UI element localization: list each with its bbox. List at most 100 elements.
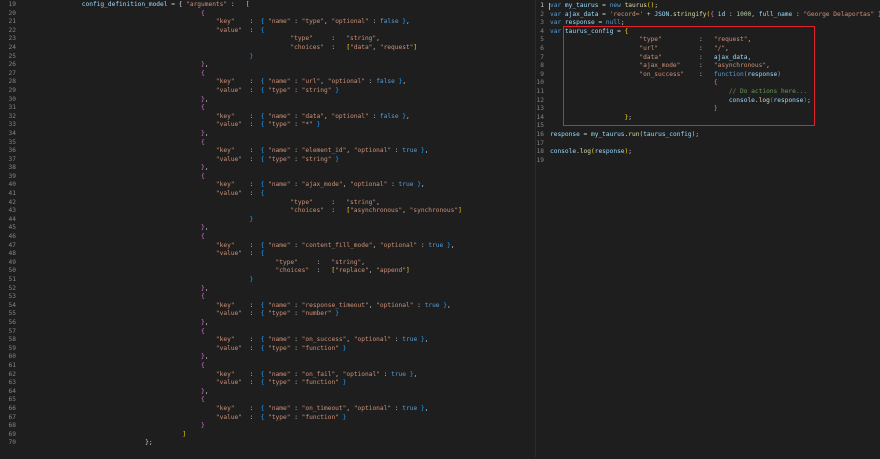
code-line[interactable]: 44 } xyxy=(0,216,536,225)
code-line[interactable]: 34 }, xyxy=(0,130,536,139)
code-text[interactable]: "key" : { "name" : "url", "optional" : f… xyxy=(52,78,406,87)
code-line[interactable]: 40 "key" : { "name" : "ajax_mode", "opti… xyxy=(0,181,536,190)
code-text[interactable]: "key" : { "name" : "type", "optional" : … xyxy=(52,18,410,27)
code-text[interactable]: "key" : { "name" : "on_success", "option… xyxy=(52,336,428,345)
code-text[interactable]: }, xyxy=(52,61,208,70)
code-text[interactable]: "key" : { "name" : "on_timeout", "option… xyxy=(52,405,428,414)
code-line[interactable]: 69 ] xyxy=(0,431,536,440)
code-text[interactable]: "value" : { xyxy=(52,27,264,36)
code-text[interactable]: { xyxy=(52,396,205,405)
code-line[interactable]: 36 "key" : { "name" : "element_id", "opt… xyxy=(0,147,536,156)
code-text[interactable]: "value" : { "type" : "string" } xyxy=(52,156,339,165)
code-line[interactable]: 59 "value" : { "type" : "function" } xyxy=(0,345,536,354)
code-line[interactable]: 28 "key" : { "name" : "url", "optional" … xyxy=(0,78,536,87)
code-line[interactable]: 18 console.log(response); xyxy=(536,148,880,157)
code-text[interactable]: { xyxy=(52,139,205,148)
code-line[interactable]: 30 }, xyxy=(0,96,536,105)
code-text[interactable]: { xyxy=(52,10,205,19)
code-text[interactable]: "key" : { "name" : "element_id", "option… xyxy=(52,147,428,156)
code-line[interactable]: 41 "value" : { xyxy=(0,190,536,199)
code-text[interactable]: "key" : { "name" : "on_fail", "optional"… xyxy=(52,371,417,380)
code-text[interactable]: "key" : { "name" : "response_timeout", "… xyxy=(52,302,451,311)
code-text[interactable]: { xyxy=(52,104,205,113)
code-line[interactable]: 43 "choices" : ["asynchronous", "synchro… xyxy=(0,207,536,216)
code-line[interactable]: 1 var my_taurus = new taurus(); xyxy=(536,2,880,11)
code-line[interactable]: 51 } xyxy=(0,276,536,285)
code-line[interactable]: 48 "value" : { xyxy=(0,250,536,259)
code-text[interactable]: var ajax_data = 'record=' + JSON.stringi… xyxy=(550,11,880,20)
code-text[interactable]: "type" : "string", xyxy=(52,199,379,208)
code-text[interactable]: "value" : { xyxy=(52,190,264,199)
code-line[interactable]: 61 { xyxy=(0,362,536,371)
code-line[interactable]: 2 var ajax_data = 'record=' + JSON.string… xyxy=(536,11,880,20)
code-line[interactable]: 37 "value" : { "type" : "string" } xyxy=(0,156,536,165)
code-line[interactable]: 55 "value" : { "type" : "number" } xyxy=(0,310,536,319)
code-line[interactable]: 32 "key" : { "name" : "data", "optional"… xyxy=(0,113,536,122)
code-text[interactable]: }, xyxy=(52,285,208,294)
code-line[interactable]: 64 }, xyxy=(0,388,536,397)
code-line[interactable]: 60 }, xyxy=(0,353,536,362)
code-text[interactable]: "type" : "string", xyxy=(52,35,379,44)
code-line[interactable]: 54 "key" : { "name" : "response_timeout"… xyxy=(0,302,536,311)
code-line[interactable]: 67 "value" : { "type" : "function" } xyxy=(0,414,536,423)
code-line[interactable]: 47 "key" : { "name" : "content_fill_mode… xyxy=(0,242,536,251)
code-line[interactable]: 65 { xyxy=(0,396,536,405)
code-line[interactable]: 63 "value" : { "type" : "function" } xyxy=(0,379,536,388)
code-text[interactable]: "choices" : ["asynchronous", "synchronou… xyxy=(52,207,461,216)
code-line[interactable]: 16 response = my_taurus.run(taurus_config… xyxy=(536,131,880,140)
code-line[interactable]: 57 { xyxy=(0,328,536,337)
code-line[interactable]: 19 xyxy=(536,157,880,166)
code-text[interactable]: }, xyxy=(52,96,208,105)
code-line[interactable]: 42 "type" : "string", xyxy=(0,199,536,208)
code-text[interactable]: "value" : { "type" : "function" } xyxy=(52,379,346,388)
code-line[interactable]: 20 { xyxy=(0,10,536,19)
code-text[interactable]: } xyxy=(52,276,253,285)
code-line[interactable]: 46 { xyxy=(0,233,536,242)
code-line[interactable]: 68 } xyxy=(0,422,536,431)
code-text[interactable]: "value" : { "type" : "function" } xyxy=(52,414,346,423)
code-line[interactable]: 52 }, xyxy=(0,285,536,294)
code-line[interactable]: 17 xyxy=(536,140,880,149)
code-line[interactable]: 19 config_definition_model = { "argument… xyxy=(0,1,536,10)
code-text[interactable]: } xyxy=(52,53,253,62)
code-text[interactable]: }, xyxy=(52,164,208,173)
code-text[interactable]: "value" : { "type" : "string" } xyxy=(52,87,339,96)
code-text[interactable]: { xyxy=(52,293,205,302)
code-line[interactable]: 21 "key" : { "name" : "type", "optional"… xyxy=(0,18,536,27)
code-text[interactable]: { xyxy=(52,173,205,182)
code-text[interactable]: "type" : "string", xyxy=(52,259,365,268)
code-line[interactable]: 66 "key" : { "name" : "on_timeout", "opt… xyxy=(0,405,536,414)
code-text[interactable]: "key" : { "name" : "ajax_mode", "optiona… xyxy=(52,181,425,190)
code-line[interactable]: 31 { xyxy=(0,104,536,113)
code-line[interactable]: 39 { xyxy=(0,173,536,182)
code-text[interactable]: "value" : { "type" : "function" } xyxy=(52,345,346,354)
code-text[interactable]: }, xyxy=(52,319,208,328)
code-text[interactable]: "value" : { xyxy=(52,250,264,259)
code-text[interactable]: } xyxy=(52,422,205,431)
code-line[interactable]: 27 { xyxy=(0,70,536,79)
code-text[interactable]: { xyxy=(52,70,205,79)
code-text[interactable]: ] xyxy=(52,431,186,440)
code-line[interactable]: 49 "type" : "string", xyxy=(0,259,536,268)
code-line[interactable]: 56 }, xyxy=(0,319,536,328)
code-text[interactable]: }, xyxy=(52,353,208,362)
code-text[interactable]: "choices" : ["replace", "append"] xyxy=(52,267,410,276)
code-text[interactable]: "value" : { "type" : "*" } xyxy=(52,121,320,130)
code-line[interactable]: 58 "key" : { "name" : "on_success", "opt… xyxy=(0,336,536,345)
code-text[interactable]: { xyxy=(52,362,205,371)
code-text[interactable]: } xyxy=(52,216,253,225)
code-text[interactable]: console.log(response); xyxy=(550,148,632,157)
code-text[interactable]: config_definition_model = { "arguments" … xyxy=(52,1,250,10)
code-line[interactable]: 45 }, xyxy=(0,224,536,233)
code-text[interactable]: }; xyxy=(52,439,152,448)
code-line[interactable]: 26 }, xyxy=(0,61,536,70)
left-editor-pane[interactable]: 19 config_definition_model = { "argument… xyxy=(0,0,536,458)
code-line[interactable]: 53 { xyxy=(0,293,536,302)
code-line[interactable]: 23 "type" : "string", xyxy=(0,35,536,44)
code-line[interactable]: 22 "value" : { xyxy=(0,27,536,36)
code-text[interactable]: "value" : { "type" : "number" } xyxy=(52,310,339,319)
code-text[interactable]: response = my_taurus.run(taurus_config); xyxy=(550,131,699,140)
code-text[interactable]: "key" : { "name" : "content_fill_mode", … xyxy=(52,242,455,251)
code-line[interactable]: 25 } xyxy=(0,53,536,62)
code-text[interactable]: "choices" : ["data", "request"] xyxy=(52,44,417,53)
